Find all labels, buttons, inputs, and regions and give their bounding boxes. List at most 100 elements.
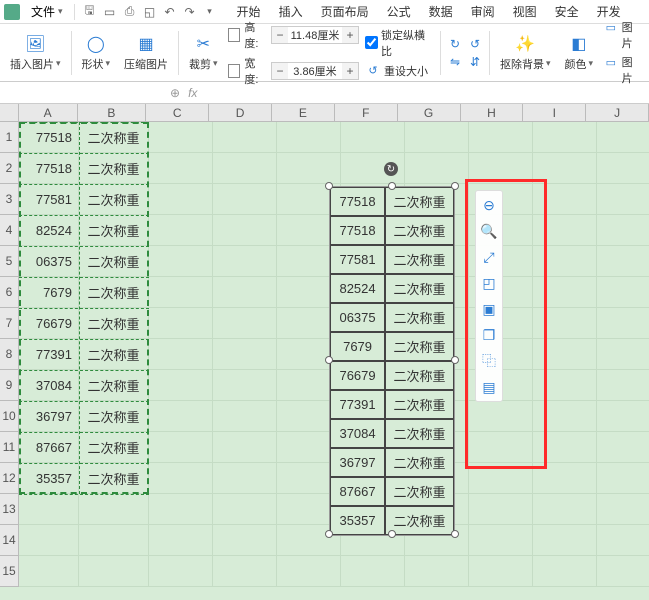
cell-C3[interactable]: [149, 184, 213, 215]
cell-A15[interactable]: [19, 556, 79, 587]
cell-I13[interactable]: [533, 494, 597, 525]
cell-E15[interactable]: [277, 556, 341, 587]
tab-review[interactable]: 审阅: [463, 0, 503, 23]
cell-D3[interactable]: [213, 184, 277, 215]
tab-view[interactable]: 视图: [505, 0, 545, 23]
cell-D8[interactable]: [213, 339, 277, 370]
rotate-handle-icon[interactable]: ↻: [384, 162, 398, 176]
flip-v-icon[interactable]: ⇵: [467, 54, 483, 70]
cell-B7[interactable]: 二次称重: [79, 308, 149, 339]
cell-G1[interactable]: [405, 122, 469, 153]
row-header-4[interactable]: 4: [0, 215, 19, 246]
cell-D14[interactable]: [213, 525, 277, 556]
cell-F15[interactable]: [341, 556, 405, 587]
collapse-icon[interactable]: ⊖: [479, 195, 499, 215]
cell-I14[interactable]: [533, 525, 597, 556]
row-header-14[interactable]: 14: [0, 525, 19, 556]
column-header-C[interactable]: C: [146, 104, 209, 121]
cell-D1[interactable]: [213, 122, 277, 153]
cell-C1[interactable]: [149, 122, 213, 153]
crop-icon[interactable]: ◰: [479, 273, 499, 293]
select-icon[interactable]: ▣: [479, 299, 499, 319]
row-header-13[interactable]: 13: [0, 494, 19, 525]
group-icon[interactable]: ⿻: [479, 351, 499, 371]
cell-C14[interactable]: [149, 525, 213, 556]
compress-button[interactable]: ▦ 压缩图片: [120, 32, 172, 74]
cell-B15[interactable]: [79, 556, 149, 587]
cell-A12[interactable]: 35357: [19, 463, 79, 494]
shape-button[interactable]: ◯ 形状▾: [78, 32, 115, 74]
cell-C5[interactable]: [149, 246, 213, 277]
cell-J1[interactable]: [597, 122, 649, 153]
column-header-G[interactable]: G: [398, 104, 461, 121]
color-button[interactable]: ◧ 颜色▾: [561, 32, 598, 74]
column-header-I[interactable]: I: [523, 104, 586, 121]
cell-H2[interactable]: [469, 153, 533, 184]
cell-I3[interactable]: [533, 184, 597, 215]
cell-I11[interactable]: [533, 432, 597, 463]
cell-I4[interactable]: [533, 215, 597, 246]
cell-C8[interactable]: [149, 339, 213, 370]
cell-A11[interactable]: 87667: [19, 432, 79, 463]
cell-J14[interactable]: [597, 525, 649, 556]
cell-C6[interactable]: [149, 277, 213, 308]
cell-B1[interactable]: 二次称重: [79, 122, 149, 153]
row-header-15[interactable]: 15: [0, 556, 19, 587]
cell-B6[interactable]: 二次称重: [79, 277, 149, 308]
cell-D2[interactable]: [213, 153, 277, 184]
cell-H10[interactable]: [469, 401, 533, 432]
cell-A8[interactable]: 77391: [19, 339, 79, 370]
cell-D6[interactable]: [213, 277, 277, 308]
cell-A3[interactable]: 77581: [19, 184, 79, 215]
row-header-5[interactable]: 5: [0, 246, 19, 277]
cell-D7[interactable]: [213, 308, 277, 339]
decrease-button[interactable]: −: [272, 63, 288, 79]
decrease-button[interactable]: −: [272, 27, 288, 43]
cell-A7[interactable]: 76679: [19, 308, 79, 339]
row-header-2[interactable]: 2: [0, 153, 19, 184]
flip-h-icon[interactable]: ⇋: [447, 54, 463, 70]
row-header-8[interactable]: 8: [0, 339, 19, 370]
save-icon[interactable]: 🖫: [83, 5, 97, 19]
cell-D13[interactable]: [213, 494, 277, 525]
cell-J13[interactable]: [597, 494, 649, 525]
cell-J5[interactable]: [597, 246, 649, 277]
cell-B9[interactable]: 二次称重: [79, 370, 149, 401]
cell-J15[interactable]: [597, 556, 649, 587]
cell-H15[interactable]: [469, 556, 533, 587]
cell-I8[interactable]: [533, 339, 597, 370]
column-header-B[interactable]: B: [78, 104, 147, 121]
cell-C11[interactable]: [149, 432, 213, 463]
resize-handle[interactable]: [325, 356, 333, 364]
resize-handle[interactable]: [388, 530, 396, 538]
cell-I15[interactable]: [533, 556, 597, 587]
cell-C2[interactable]: [149, 153, 213, 184]
row-header-10[interactable]: 10: [0, 401, 19, 432]
pic-button-1[interactable]: ▭图片: [603, 19, 643, 51]
cell-B14[interactable]: [79, 525, 149, 556]
cell-J10[interactable]: [597, 401, 649, 432]
cell-H12[interactable]: [469, 463, 533, 494]
cell-A1[interactable]: 77518: [19, 122, 79, 153]
tab-formula[interactable]: 公式: [379, 0, 419, 23]
preview-icon[interactable]: ◱: [143, 5, 157, 19]
cell-J7[interactable]: [597, 308, 649, 339]
cell-I10[interactable]: [533, 401, 597, 432]
cell-C7[interactable]: [149, 308, 213, 339]
cell-B5[interactable]: 二次称重: [79, 246, 149, 277]
cell-H14[interactable]: [469, 525, 533, 556]
zoom-icon[interactable]: ⊕: [170, 86, 180, 100]
cell-G2[interactable]: [405, 153, 469, 184]
column-header-D[interactable]: D: [209, 104, 272, 121]
cell-B3[interactable]: 二次称重: [79, 184, 149, 215]
cell-J11[interactable]: [597, 432, 649, 463]
resize-handle[interactable]: [388, 182, 396, 190]
cell-A9[interactable]: 37084: [19, 370, 79, 401]
cell-J4[interactable]: [597, 215, 649, 246]
cell-C12[interactable]: [149, 463, 213, 494]
cell-C10[interactable]: [149, 401, 213, 432]
cell-D15[interactable]: [213, 556, 277, 587]
cell-J6[interactable]: [597, 277, 649, 308]
row-header-1[interactable]: 1: [0, 122, 19, 153]
undo-icon[interactable]: ↶: [163, 5, 177, 19]
